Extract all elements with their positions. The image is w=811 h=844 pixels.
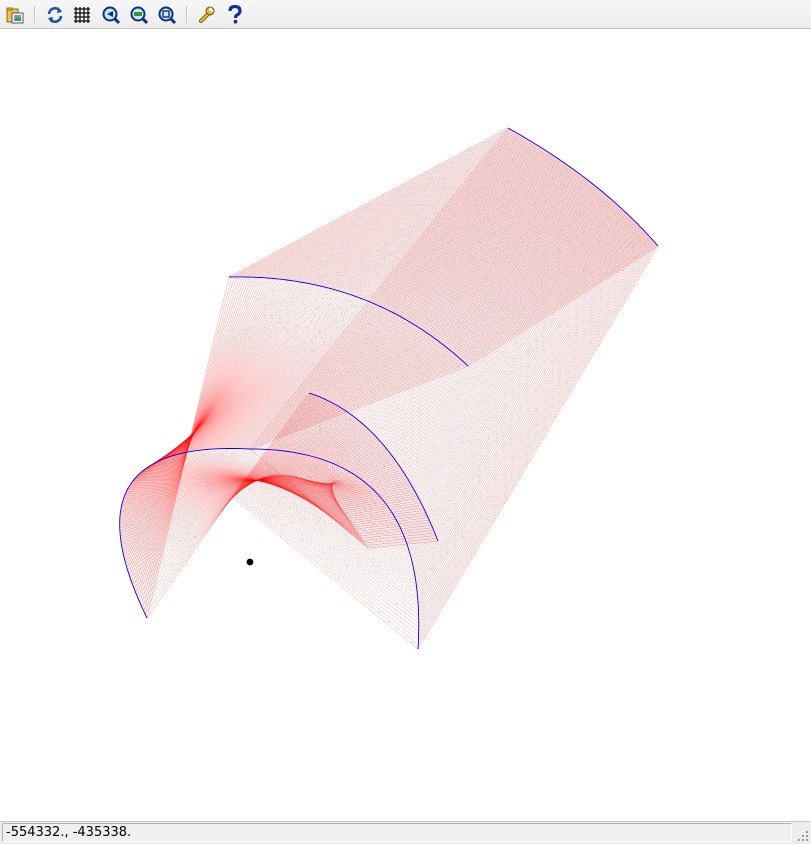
ruling-line — [231, 128, 510, 278]
ruling-line — [239, 490, 419, 628]
ruling-lines — [119, 127, 659, 650]
status-bar: -554332., -435338. — [0, 821, 811, 844]
toolbar-separator — [186, 6, 188, 23]
settings-wrench-icon[interactable] — [197, 5, 217, 25]
ruling-line — [413, 217, 632, 572]
open-file-icon[interactable] — [5, 5, 25, 25]
cursor-coordinates: -554332., -435338. — [2, 823, 792, 842]
ruling-line — [265, 132, 517, 450]
toolbar-separator — [34, 6, 36, 23]
toolbar — [0, 0, 811, 29]
ruled-surface-plot — [119, 127, 659, 650]
ruling-line — [146, 496, 233, 619]
ruling-line — [149, 312, 394, 466]
ruling-line — [380, 181, 591, 498]
ruling-line — [141, 492, 237, 607]
ruling-line — [417, 226, 641, 596]
refresh-icon[interactable] — [45, 5, 65, 25]
help-icon[interactable] — [225, 5, 245, 25]
ruling-line — [316, 149, 546, 458]
viewer-window: -554332., -435338. — [0, 0, 811, 844]
resize-grip-icon[interactable] — [797, 830, 809, 842]
ruling-line — [271, 415, 354, 476]
zoom-fit-icon[interactable] — [157, 5, 177, 25]
ruling-line — [300, 155, 555, 283]
ruling-line — [418, 233, 648, 615]
ruling-line — [233, 495, 419, 645]
zoom-in-icon[interactable] — [129, 5, 149, 25]
ruling-line — [418, 238, 652, 628]
ruling-line — [418, 239, 653, 632]
ruling-line — [283, 426, 366, 475]
zoom-back-icon[interactable] — [101, 5, 121, 25]
ruling-line — [158, 317, 404, 462]
ruling-line — [162, 320, 408, 460]
ruling-line — [251, 136, 523, 278]
ruling-line — [256, 129, 512, 450]
ruling-line — [234, 494, 419, 641]
reference-point — [246, 558, 254, 566]
ruling-line — [412, 215, 629, 566]
grid-icon[interactable] — [73, 5, 93, 25]
ruling-line — [239, 131, 515, 278]
ruling-line — [381, 182, 592, 500]
ruling-line — [416, 225, 640, 593]
plot-canvas[interactable] — [0, 29, 811, 821]
